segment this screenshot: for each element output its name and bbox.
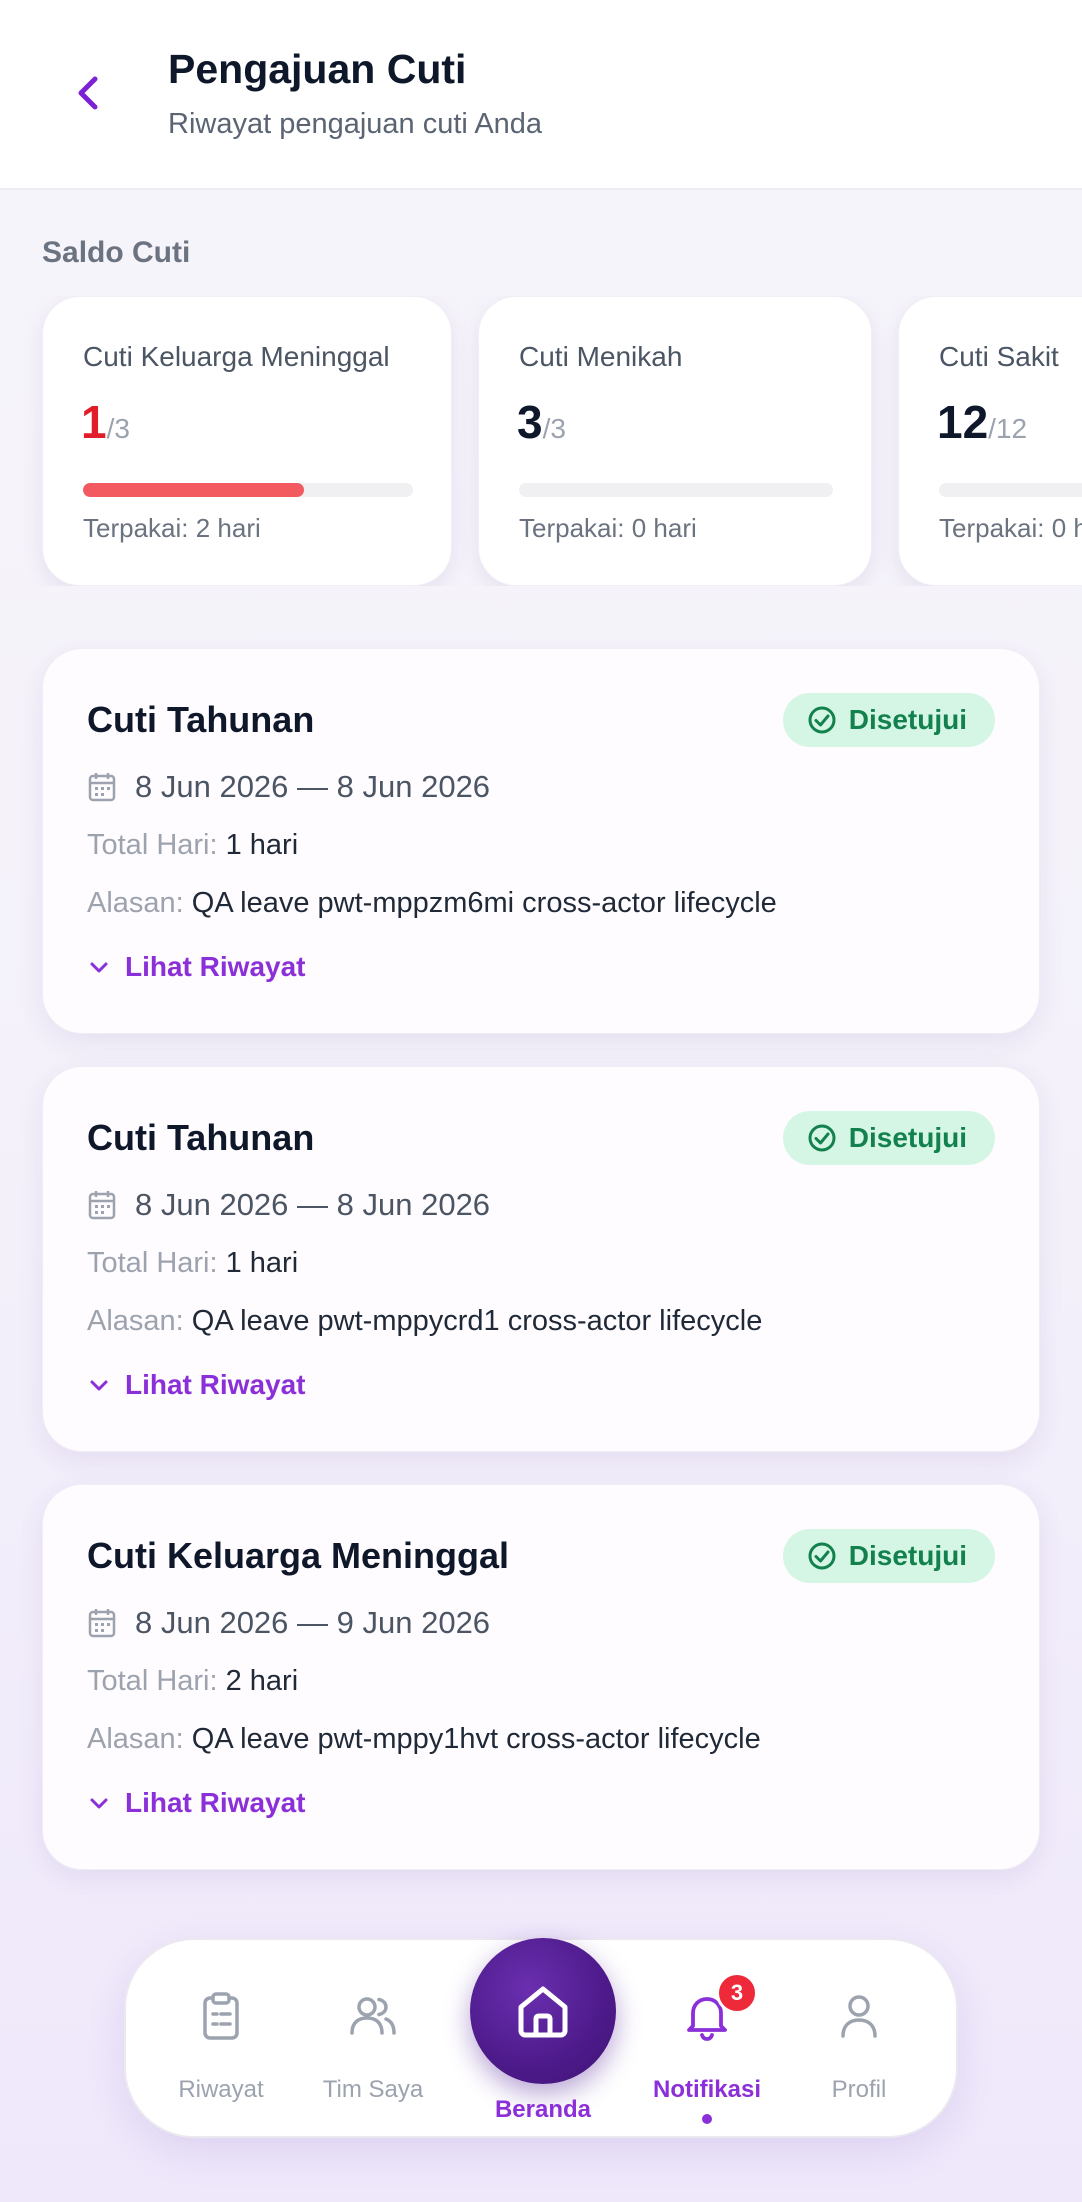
balance-progress-fill [83,483,305,497]
balance-card-sakit[interactable]: Cuti Sakit 12/12 Terpakai: 0 hari [898,296,1082,586]
bottom-nav: Riwayat Tim Saya Beranda 3 Notifikasi Pr… [124,1938,958,2138]
leave-type: Cuti Tahunan [87,1117,315,1158]
back-button[interactable] [64,68,114,118]
nav-notifikasi-label: Notifikasi [652,2076,762,2103]
status-label: Disetujui [848,1540,967,1571]
status-badge: Disetujui [782,1111,995,1165]
home-icon [518,1986,568,2038]
total-days-value: 2 hari [225,1665,299,1697]
balance-remaining: 3 [517,396,543,448]
reason-value: QA leave pwt-mppy1hvt cross-actor lifecy… [191,1723,761,1755]
leave-reason: Alasan: QA leave pwt-mppzm6mi cross-acto… [87,887,777,920]
balance-card-count: 3/3 [517,395,566,449]
home-button[interactable] [470,1938,616,2084]
leave-dates: 8 Jun 2026 — 8 Jun 2026 [135,1187,491,1222]
leave-type: Cuti Tahunan [87,699,315,740]
view-history-label: Lihat Riwayat [125,1787,306,1818]
balance-card-name: Cuti Keluarga Meninggal [83,341,390,372]
leave-request-card[interactable]: Cuti Tahunan Disetujui 8 Jun 2026 — 8 Ju… [42,1066,1040,1452]
active-indicator-dot [702,2114,712,2124]
balance-card-count: 12/12 [937,395,1027,449]
nav-notifikasi[interactable]: 3 Notifikasi [632,1940,782,2140]
status-badge: Disetujui [782,1529,995,1583]
nav-tim-saya-label: Tim Saya [322,2076,424,2103]
leave-total-days: Total Hari: 1 hari [87,1247,298,1280]
reason-value: QA leave pwt-mppzm6mi cross-actor lifecy… [191,887,777,919]
balance-progress-bar [939,483,1082,497]
balance-total: /12 [988,413,1028,444]
nav-profil[interactable]: Profil [784,1940,934,2140]
leave-date-range: 8 Jun 2026 — 8 Jun 2026 [87,769,490,805]
leave-reason: Alasan: QA leave pwt-mppy1hvt cross-acto… [87,1723,761,1756]
leave-total-days: Total Hari: 1 hari [87,829,298,862]
leave-date-range: 8 Jun 2026 — 8 Jun 2026 [87,1187,490,1223]
leave-dates: 8 Jun 2026 — 9 Jun 2026 [135,1605,491,1640]
view-history-link[interactable]: Lihat Riwayat [87,1369,305,1401]
check-circle-icon [808,1542,836,1570]
leave-request-card[interactable]: Cuti Tahunan Disetujui 8 Jun 2026 — 8 Ju… [42,648,1040,1034]
balance-card-name: Cuti Menikah [519,341,683,372]
total-days-label: Total Hari: [87,1665,218,1697]
leave-type: Cuti Keluarga Meninggal [87,1535,510,1576]
reason-label: Alasan: [87,1305,184,1337]
calendar-icon [88,1609,116,1638]
notification-count-badge: 3 [716,1972,758,2014]
view-history-label: Lihat Riwayat [125,951,306,982]
leave-reason: Alasan: QA leave pwt-mppycrd1 cross-acto… [87,1305,762,1338]
page-subtitle: Riwayat pengajuan cuti Anda [168,108,543,140]
total-days-value: 1 hari [225,829,299,861]
balance-card-count: 1/3 [81,395,130,449]
nav-profil-label: Profil [831,2076,887,2103]
balance-used-text: Terpakai: 2 hari [83,513,261,543]
balance-total: /3 [106,413,130,444]
users-icon [350,1997,396,2035]
balance-remaining: 12 [937,396,989,448]
check-circle-icon [808,706,836,734]
view-history-label: Lihat Riwayat [125,1369,306,1400]
clipboard-list-icon [203,1992,239,2040]
reason-label: Alasan: [87,1723,184,1755]
balance-card-keluarga[interactable]: Cuti Keluarga Meninggal 1/3 Terpakai: 2 … [42,296,452,586]
leave-request-card[interactable]: Cuti Keluarga Meninggal Disetujui 8 Jun … [42,1484,1040,1870]
view-history-link[interactable]: Lihat Riwayat [87,951,305,983]
balance-progress-bar [519,483,833,497]
chevron-down-icon [90,962,108,973]
balance-card-name: Cuti Sakit [939,341,1059,372]
balance-total: /3 [542,413,566,444]
balance-carousel[interactable]: Cuti Keluarga Meninggal 1/3 Terpakai: 2 … [0,296,1082,586]
balance-card-menikah[interactable]: Cuti Menikah 3/3 Terpakai: 0 hari [478,296,872,586]
check-circle-icon [808,1124,836,1152]
reason-label: Alasan: [87,887,184,919]
total-days-value: 1 hari [225,1247,299,1279]
balance-remaining: 1 [81,396,107,448]
chevron-down-icon [90,1798,108,1809]
nav-riwayat[interactable]: Riwayat [146,1940,296,2140]
nav-beranda-label: Beranda [494,2096,592,2123]
leave-dates: 8 Jun 2026 — 8 Jun 2026 [135,769,491,804]
total-days-label: Total Hari: [87,1247,218,1279]
app-header: Pengajuan Cuti Riwayat pengajuan cuti An… [0,0,1082,190]
status-badge: Disetujui [782,693,995,747]
nav-riwayat-label: Riwayat [178,2076,264,2103]
calendar-icon [88,1191,116,1220]
balance-progress-bar [83,483,413,497]
view-history-link[interactable]: Lihat Riwayat [87,1787,305,1819]
status-label: Disetujui [848,704,967,735]
user-icon [841,1995,877,2038]
balance-used-text: Terpakai: 0 hari [519,513,697,543]
nav-tim-saya[interactable]: Tim Saya [298,1940,448,2140]
calendar-icon [88,773,116,802]
balance-section-label: Saldo Cuti [42,236,191,269]
total-days-label: Total Hari: [87,829,218,861]
leave-date-range: 8 Jun 2026 — 9 Jun 2026 [87,1605,490,1641]
leave-total-days: Total Hari: 2 hari [87,1665,298,1698]
balance-used-text: Terpakai: 0 hari [939,513,1082,543]
chevron-left-icon [78,76,98,110]
chevron-down-icon [90,1380,108,1391]
page-title: Pengajuan Cuti [168,46,467,92]
status-label: Disetujui [848,1122,967,1153]
reason-value: QA leave pwt-mppycrd1 cross-actor lifecy… [191,1305,763,1337]
